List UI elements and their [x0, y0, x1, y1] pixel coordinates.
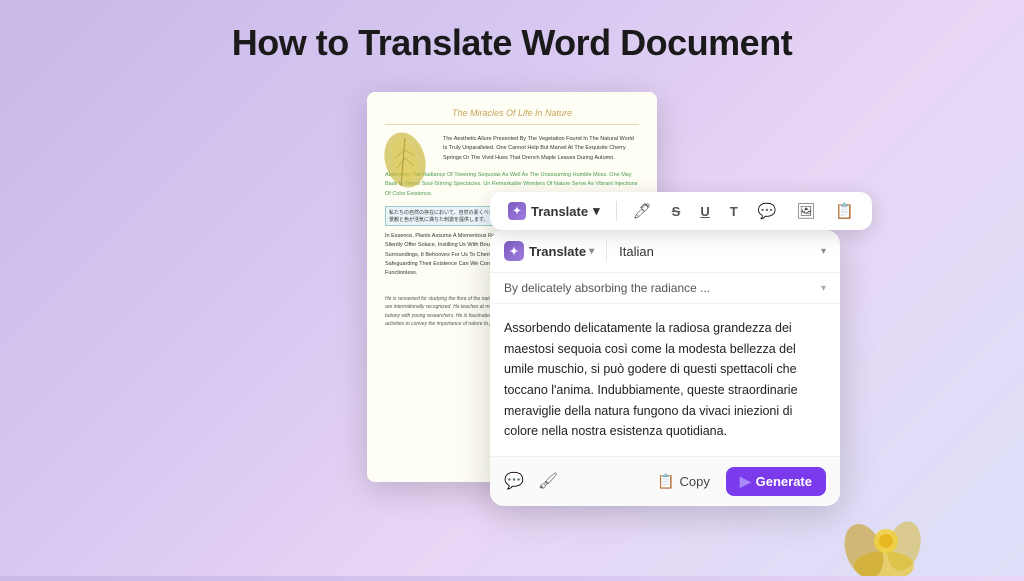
- translate-panel: ✦ Translate ▾ Italian Spanish French Ger…: [490, 230, 840, 506]
- source-chevron: ▾: [821, 283, 826, 294]
- strikethrough-icon-button[interactable]: S: [668, 202, 685, 221]
- comment-icon-button[interactable]: 💬: [754, 200, 781, 222]
- doc-body-text-1: The Aesthetic Allure Presented By The Ve…: [443, 136, 634, 161]
- panel-header-divider: [606, 240, 607, 262]
- source-text-row: By delicately absorbing the radiance ...…: [490, 273, 840, 304]
- text-icon-button[interactable]: T: [726, 202, 742, 221]
- speech-icon-button[interactable]: 💬: [504, 471, 524, 491]
- toolbar-divider: [616, 201, 617, 221]
- page-title: How to Translate Word Document: [0, 0, 1024, 82]
- translated-text: Assorbendo delicatamente la radiosa gran…: [490, 304, 840, 456]
- generate-icon: ▶: [740, 473, 751, 490]
- pen-icon-button[interactable]: 🖊: [629, 200, 656, 222]
- source-text: By delicately absorbing the radiance ...: [504, 281, 821, 295]
- language-select[interactable]: Italian Spanish French German Japanese C…: [619, 244, 813, 259]
- panel-header: ✦ Translate ▾ Italian Spanish French Ger…: [490, 230, 840, 273]
- toolbar-translate-label: Translate: [531, 204, 588, 219]
- panel-translate-label: Translate: [529, 244, 586, 259]
- copy-toolbar-icon-button[interactable]: 📋: [831, 200, 858, 222]
- generate-button[interactable]: ▶ Generate: [726, 467, 826, 496]
- doc-header: The Miracles Of Life In Nature: [385, 108, 639, 125]
- leaf-decoration: [379, 128, 431, 192]
- doc-text-block: The Aesthetic Allure Presented By The Ve…: [443, 135, 639, 163]
- underline-icon-button[interactable]: U: [696, 202, 713, 221]
- generate-label: Generate: [756, 474, 812, 489]
- toolbar-translate-button[interactable]: ✦ Translate ▾: [504, 200, 604, 222]
- image-icon-button[interactable]: 🖼: [792, 200, 819, 222]
- panel-translate-button[interactable]: ✦ Translate ▾: [504, 241, 594, 261]
- translate-icon: ✦: [508, 202, 526, 220]
- copy-button[interactable]: 📋 Copy: [649, 469, 718, 494]
- doc-japanese-text-box: 私たちの自然の存在において、自然の素くべき景観と色が活気に満ちた刺激を提供します…: [385, 206, 498, 226]
- panel-translate-chevron: ▾: [589, 246, 594, 257]
- footer-left-actions: 💬 🖌: [504, 471, 558, 491]
- flower-decoration: [824, 486, 944, 576]
- toolbar-translate-chevron: ▾: [593, 203, 600, 219]
- copy-icon: 📋: [657, 473, 674, 490]
- formatting-toolbar: ✦ Translate ▾ 🖊 S U T 💬 🖼 📋: [490, 192, 872, 230]
- copy-label: Copy: [679, 474, 709, 489]
- language-chevron: ▾: [821, 246, 826, 257]
- panel-footer: 💬 🖌 📋 Copy ▶ Generate: [490, 456, 840, 506]
- panel-translate-icon: ✦: [504, 241, 524, 261]
- footer-right-actions: 📋 Copy ▶ Generate: [649, 467, 826, 496]
- content-area: The Miracles Of Life In Nature The Aesth…: [0, 82, 1024, 482]
- brush-icon-button[interactable]: 🖌: [538, 471, 558, 491]
